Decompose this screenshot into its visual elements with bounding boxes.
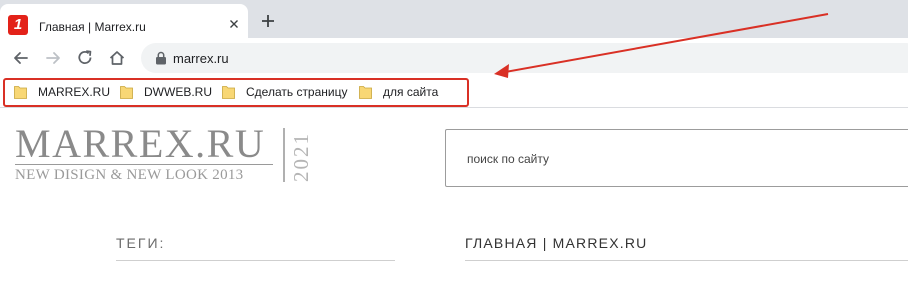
folder-icon: [120, 86, 133, 99]
site-favicon-icon: 1: [8, 15, 28, 35]
logo-vertical-divider: [283, 128, 285, 182]
site-logo[interactable]: MARREX.RU: [15, 124, 265, 164]
search-input[interactable]: [467, 150, 887, 168]
logo-year: 2021: [289, 132, 313, 182]
url-text[interactable]: marrex.ru: [173, 51, 229, 66]
logo-year-block: 2021: [287, 130, 313, 182]
tags-heading: ТЕГИ:: [116, 235, 166, 251]
lock-icon[interactable]: [155, 51, 167, 65]
logo-divider: [15, 164, 273, 165]
logo-tagline: NEW DISIGN & NEW LOOK 2013: [15, 167, 244, 183]
reload-icon[interactable]: [75, 48, 95, 68]
page-title: ГЛАВНАЯ | MARREX.RU: [465, 235, 648, 251]
back-arrow-icon[interactable]: [11, 48, 31, 68]
title-divider: [465, 260, 908, 261]
bookmark-label: MARREX.RU: [38, 85, 111, 99]
bookmark-label: DWWEB.RU: [144, 85, 212, 99]
folder-icon: [14, 86, 27, 99]
browser-tab[interactable]: 1 Главная | Marrex.ru: [0, 4, 248, 38]
address-bar[interactable]: marrex.ru: [141, 43, 908, 73]
new-tab-plus-icon[interactable]: [258, 11, 278, 31]
bookmark-label: Сделать страницу: [246, 85, 348, 99]
bookmark-make-page[interactable]: Сделать страницу: [222, 83, 347, 101]
tags-divider: [116, 260, 395, 261]
tab-title: Главная | Marrex.ru: [39, 20, 146, 34]
bookmark-marrex[interactable]: MARREX.RU: [14, 83, 110, 101]
home-icon[interactable]: [107, 48, 127, 68]
bookmarks-bar: MARREX.RU DWWEB.RU Сделать страницу для …: [0, 78, 908, 108]
site-search-box[interactable]: [445, 129, 908, 187]
forward-arrow-icon[interactable]: [43, 48, 63, 68]
close-icon[interactable]: [226, 16, 242, 32]
bookmark-label: для сайта: [383, 85, 439, 99]
browser-toolbar: marrex.ru: [0, 38, 908, 78]
bookmark-dwweb[interactable]: DWWEB.RU: [120, 83, 212, 101]
folder-icon: [222, 86, 235, 99]
bookmark-for-site[interactable]: для сайта: [359, 83, 438, 101]
tab-strip: 1 Главная | Marrex.ru: [0, 0, 908, 38]
folder-icon: [359, 86, 372, 99]
